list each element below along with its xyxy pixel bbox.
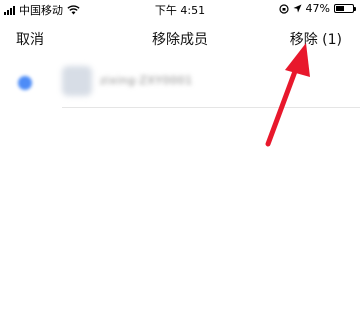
divider bbox=[62, 107, 360, 108]
remove-button[interactable]: 移除 (1) bbox=[290, 29, 342, 49]
checkbox-icon[interactable] bbox=[18, 76, 32, 90]
battery-percent: 47% bbox=[305, 2, 330, 15]
screen: 中国移动 下午 4:51 47% 取消 移除成员 移除 (1) zixing·Z… bbox=[0, 0, 360, 322]
orientation-lock-icon bbox=[278, 3, 289, 14]
status-right: 47% bbox=[278, 2, 356, 15]
list-item[interactable]: zixing·ZXY0001 bbox=[0, 58, 360, 108]
nav-bar: 取消 移除成员 移除 (1) bbox=[0, 18, 360, 58]
location-icon bbox=[293, 4, 302, 13]
member-name: zixing·ZXY0001 bbox=[100, 74, 193, 87]
avatar bbox=[62, 66, 92, 96]
status-bar: 中国移动 下午 4:51 47% bbox=[0, 0, 360, 18]
battery-icon bbox=[334, 4, 356, 13]
battery-level bbox=[336, 6, 344, 11]
